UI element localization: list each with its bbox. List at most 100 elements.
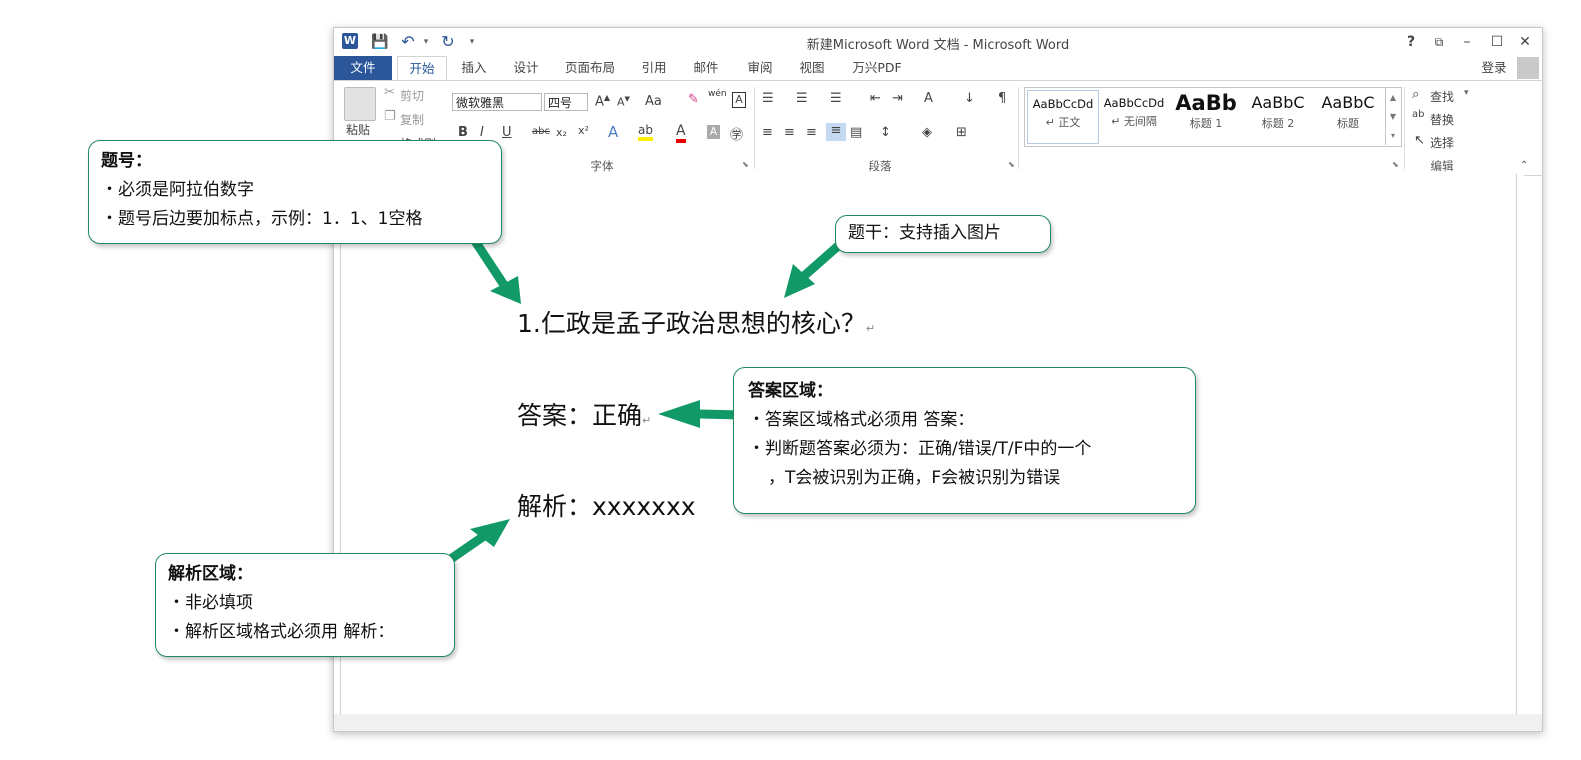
- increase-indent-icon[interactable]: ⇥: [892, 91, 903, 106]
- login-link[interactable]: 登录: [1474, 56, 1514, 80]
- find-button[interactable]: 查找: [1430, 88, 1454, 105]
- align-left-icon[interactable]: ≡: [762, 125, 773, 140]
- group-divider: [1404, 87, 1405, 169]
- distributed-icon[interactable]: ▤: [850, 125, 862, 140]
- subscript-icon[interactable]: x₂: [556, 126, 567, 139]
- borders-icon[interactable]: ⊞: [956, 125, 967, 140]
- tab-wondershare-pdf[interactable]: 万兴PDF: [844, 56, 910, 80]
- callout-analysis-area: 解析区域： ・非必填项 ・解析区域格式必须用 解析：: [155, 553, 455, 657]
- editing-group-label: 编辑: [1430, 159, 1454, 173]
- tab-references[interactable]: 引用: [632, 56, 676, 80]
- find-dropdown-icon[interactable]: ▾: [1464, 88, 1469, 98]
- style-sample: AaBbCcDd: [1103, 96, 1165, 110]
- enclose-characters-icon[interactable]: ㊫: [730, 124, 743, 143]
- tab-review[interactable]: 审阅: [738, 56, 782, 80]
- group-divider: [754, 87, 755, 169]
- close-button[interactable]: ✕: [1512, 32, 1538, 52]
- tab-insert[interactable]: 插入: [452, 56, 496, 80]
- cut-button[interactable]: 剪切: [400, 87, 424, 104]
- style-name: ↵ 无间隔: [1111, 115, 1157, 128]
- grow-font-icon[interactable]: A▲: [595, 93, 610, 109]
- copy-icon: ❐: [384, 109, 396, 124]
- superscript-icon[interactable]: x²: [578, 124, 589, 137]
- show-formatting-marks-icon[interactable]: ¶: [998, 91, 1006, 106]
- font-name-select[interactable]: 微软雅黑: [452, 93, 542, 111]
- help-button[interactable]: ?: [1398, 32, 1424, 52]
- strikethrough-icon[interactable]: abc: [532, 126, 550, 137]
- bold-icon[interactable]: B: [458, 125, 468, 140]
- title-bar: W 💾 ↶ ▾ ↻ ▾ 新建Microsoft Word 文档 - Micros…: [334, 28, 1542, 56]
- font-color-icon[interactable]: A: [676, 123, 686, 143]
- replace-button[interactable]: 替换: [1430, 111, 1454, 128]
- callout-title: 题干：支持插入图片: [848, 223, 1001, 243]
- highlight-icon[interactable]: ab: [638, 123, 653, 141]
- align-center-icon[interactable]: ≡: [784, 125, 795, 140]
- bullets-icon[interactable]: ☰: [762, 91, 774, 106]
- analysis-text: 解析：xxxxxxx: [517, 492, 696, 521]
- align-right-icon[interactable]: ≡: [806, 125, 817, 140]
- style-no-spacing[interactable]: AaBbCcDd ↵ 无间隔: [1099, 90, 1169, 142]
- collapse-ribbon-icon[interactable]: ⌃: [1520, 160, 1528, 171]
- callout-question-stem: 题干：支持插入图片: [835, 215, 1051, 253]
- font-size-select[interactable]: 四号: [544, 93, 588, 111]
- shading-icon[interactable]: ◈: [922, 125, 932, 140]
- shrink-font-icon[interactable]: A▼: [617, 95, 630, 109]
- style-name: 标题: [1337, 117, 1359, 130]
- tab-file[interactable]: 文件: [334, 56, 392, 80]
- callout-line: ・非必填项: [168, 593, 253, 613]
- copy-button[interactable]: 复制: [400, 111, 424, 128]
- style-sample: AaBb: [1175, 91, 1237, 115]
- callout-title: 答案区域：: [748, 381, 833, 401]
- window-title: 新建Microsoft Word 文档 - Microsoft Word: [806, 38, 1070, 53]
- paragraph-dialog-launcher-icon[interactable]: ⬊: [1008, 160, 1015, 169]
- style-title[interactable]: AaBbC 标题: [1313, 90, 1383, 142]
- tab-page-layout[interactable]: 页面布局: [558, 56, 622, 80]
- paragraph-mark: ↵: [865, 322, 876, 335]
- minimize-button[interactable]: –: [1454, 32, 1480, 52]
- tab-home[interactable]: 开始: [397, 56, 447, 80]
- style-name: 标题 1: [1189, 117, 1223, 130]
- styles-dialog-launcher-icon[interactable]: ⬊: [1392, 160, 1399, 169]
- clipboard-icon: [344, 87, 376, 121]
- group-divider: [1018, 87, 1019, 169]
- callout-answer-area: 答案区域： ・答案区域格式必须用 答案： ・判断题答案必须为：正确/错误/T/F…: [733, 367, 1196, 514]
- paragraph-group-label: 段落: [868, 159, 892, 173]
- tab-design[interactable]: 设计: [504, 56, 548, 80]
- sort-icon[interactable]: ↓: [964, 91, 975, 106]
- styles-scroll[interactable]: ▲ ▼ ▾: [1385, 88, 1400, 145]
- change-case-button[interactable]: Aa: [645, 94, 662, 109]
- avatar[interactable]: [1517, 57, 1539, 79]
- asian-layout-icon[interactable]: A: [924, 91, 933, 106]
- style-normal[interactable]: AaBbCcDd ↵ 正文: [1027, 90, 1099, 144]
- answer-text: 答案：正确: [517, 401, 643, 430]
- style-heading-2[interactable]: AaBbC 标题 2: [1243, 90, 1313, 142]
- character-shading-icon[interactable]: A: [707, 125, 720, 139]
- font-dialog-launcher-icon[interactable]: ⬊: [742, 160, 749, 169]
- callout-line: ・判断题答案必须为：正确/错误/T/F中的一个: [748, 439, 1092, 459]
- question-stem[interactable]: 1.仁政是孟子政治思想的核心？↵: [517, 304, 875, 340]
- multilevel-list-icon[interactable]: ☰: [830, 91, 842, 106]
- clear-formatting-icon[interactable]: ✎: [688, 92, 699, 107]
- style-sample: AaBbC: [1251, 93, 1305, 112]
- replace-icon: ab: [1412, 109, 1425, 120]
- select-button[interactable]: 选择: [1430, 134, 1454, 151]
- ribbon-display-options-icon[interactable]: ⧉: [1426, 32, 1452, 52]
- style-heading-1[interactable]: AaBb 标题 1: [1171, 90, 1241, 142]
- decrease-indent-icon[interactable]: ⇤: [870, 91, 881, 106]
- answer-line[interactable]: 答案：正确↵: [517, 396, 651, 432]
- phonetic-guide-button[interactable]: wén: [708, 89, 727, 99]
- paste-button[interactable]: 粘贴: [346, 121, 370, 138]
- paragraph-mark: ↵: [642, 414, 652, 427]
- maximize-button[interactable]: ☐: [1484, 32, 1510, 52]
- italic-icon[interactable]: I: [480, 125, 484, 140]
- underline-icon[interactable]: U: [502, 125, 512, 140]
- line-spacing-icon[interactable]: ↕: [880, 125, 891, 140]
- text-effects-icon[interactable]: A: [608, 123, 618, 141]
- numbering-icon[interactable]: ☰: [796, 91, 808, 106]
- analysis-line[interactable]: 解析：xxxxxxx: [517, 487, 696, 523]
- justify-icon[interactable]: ≡: [826, 123, 846, 141]
- callout-question-number: 题号： ・必须是阿拉伯数字 ・题号后边要加标点，示例：1．1、1空格: [88, 140, 502, 244]
- character-border-icon[interactable]: A: [732, 92, 746, 108]
- tab-view[interactable]: 视图: [790, 56, 834, 80]
- tab-mailings[interactable]: 邮件: [684, 56, 728, 80]
